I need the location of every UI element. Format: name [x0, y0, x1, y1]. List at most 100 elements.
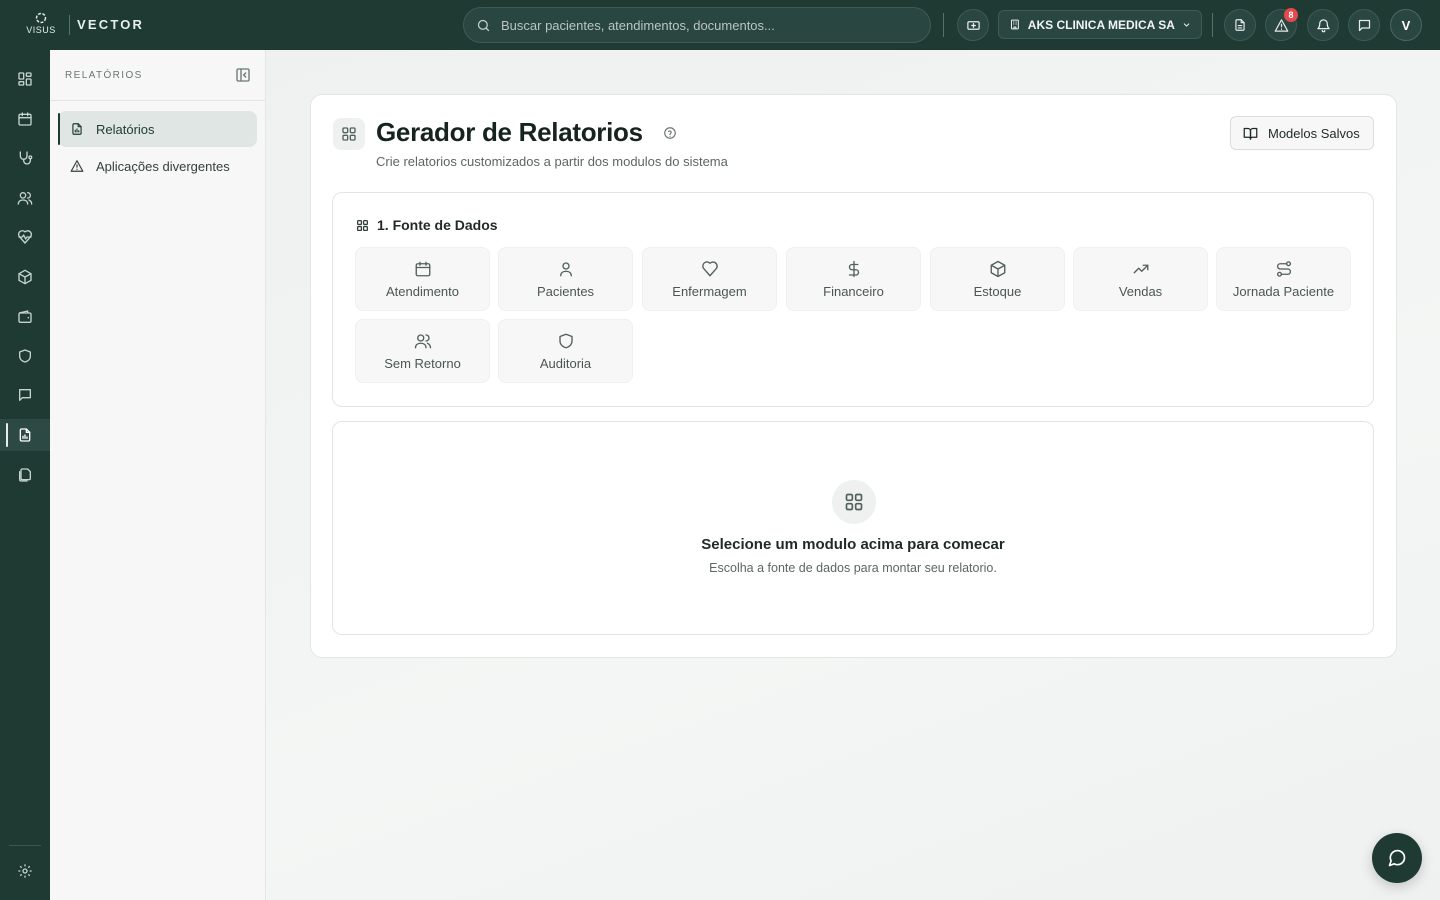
clinic-selector[interactable]: AKS CLINICA MEDICA SA — [998, 10, 1202, 39]
top-bar: VISUS VECTOR AKS CLINICA MEDICA SA 8 V — [0, 0, 1440, 50]
message-icon — [19, 389, 31, 401]
dollar-icon — [848, 260, 859, 277]
page-title: Gerador de Relatorios — [376, 117, 643, 147]
message-icon — [1358, 19, 1370, 31]
calendar-icon — [18, 112, 32, 126]
module-label: Vendas — [1118, 283, 1163, 299]
route-icon — [1276, 260, 1291, 277]
stethoscope-icon — [19, 151, 33, 165]
rail-stock[interactable] — [0, 261, 50, 293]
module-jornada-paciente[interactable]: Jornada Paciente — [1216, 247, 1351, 311]
page-subtitle: Crie relatorios customizados a partir do… — [376, 154, 728, 169]
chevron-down-icon — [1183, 22, 1190, 27]
documents-button[interactable] — [1224, 9, 1256, 41]
trending-up-icon — [1133, 264, 1148, 273]
module-vendas[interactable]: Vendas — [1073, 247, 1208, 311]
shield-icon — [19, 349, 31, 363]
empty-state-icon — [832, 480, 876, 524]
logo-mark-icon — [35, 12, 47, 24]
module-label: Sem Retorno — [384, 355, 461, 371]
module-estoque[interactable]: Estoque — [930, 247, 1065, 311]
rail-calendar[interactable] — [0, 103, 50, 135]
user-icon — [559, 261, 572, 276]
data-source-panel: 1. Fonte de Dados Atendimento Pacientes … — [332, 192, 1374, 407]
package-icon — [990, 260, 1005, 277]
grid-icon — [356, 219, 369, 231]
module-label: Enfermagem — [672, 283, 747, 299]
messages-button[interactable] — [1348, 9, 1380, 41]
report-icon — [72, 123, 82, 135]
saved-models-label: Modelos Salvos — [1268, 125, 1360, 141]
module-label: Pacientes — [536, 283, 595, 299]
help-icon[interactable] — [663, 126, 677, 140]
bell-icon — [1316, 18, 1330, 32]
collapse-sidebar-icon[interactable] — [235, 67, 251, 83]
rail-patients[interactable] — [0, 182, 50, 214]
reports-sidebar: RELATÓRIOS Relatórios Aplicações diverge… — [50, 50, 266, 900]
module-sem-retorno[interactable]: Sem Retorno — [355, 319, 490, 383]
rail-divider — [9, 845, 41, 846]
grid-icon — [845, 493, 863, 511]
empty-state-subtitle: Escolha a fonte de dados para montar seu… — [709, 561, 997, 575]
rail-dashboard[interactable] — [0, 63, 50, 95]
chat-bubble-icon — [1388, 849, 1406, 867]
book-open-icon — [1243, 127, 1258, 140]
chat-support-button[interactable] — [1372, 833, 1422, 883]
toolbar-divider — [943, 13, 944, 37]
module-label: Jornada Paciente — [1232, 283, 1335, 299]
file-icon — [1235, 19, 1245, 31]
grid-icon — [342, 127, 356, 141]
data-source-heading: 1. Fonte de Dados — [356, 217, 498, 233]
rail-clinical[interactable] — [0, 142, 50, 174]
sidebar-header: RELATÓRIOS — [50, 50, 265, 101]
warning-icon — [70, 160, 84, 172]
rail-audit[interactable] — [0, 340, 50, 372]
wallet-icon — [18, 310, 32, 323]
search-input[interactable] — [501, 17, 901, 33]
sidebar-item-label: Aplicações divergentes — [96, 158, 230, 174]
calendar-icon — [415, 261, 430, 276]
building-icon — [1010, 19, 1019, 30]
report-icon — [19, 428, 31, 442]
sidebar-nav: Relatórios Aplicações divergentes — [50, 101, 265, 195]
module-label: Financeiro — [823, 283, 884, 299]
module-label: Estoque — [973, 283, 1022, 299]
global-search[interactable] — [463, 7, 931, 43]
visus-logo[interactable]: VISUS — [24, 12, 58, 38]
heart-icon — [701, 260, 718, 276]
package-icon — [18, 269, 32, 285]
brand-divider — [69, 15, 70, 35]
rail-nursing[interactable] — [0, 221, 50, 253]
toolbar-divider — [1212, 13, 1213, 37]
rail-reports[interactable] — [0, 419, 50, 451]
alerts-count-badge: 8 — [1284, 8, 1298, 22]
module-label: Atendimento — [386, 283, 459, 299]
report-builder-card: Gerador de Relatorios Crie relatorios cu… — [310, 94, 1397, 658]
rail-messages[interactable] — [0, 379, 50, 411]
sidebar-item-aplicacoes-divergentes[interactable]: Aplicações divergentes — [58, 148, 257, 184]
clinic-name: AKS CLINICA MEDICA SA — [1027, 17, 1175, 32]
search-icon — [477, 19, 490, 31]
module-label: Auditoria — [539, 355, 592, 371]
ticket-icon — [966, 20, 980, 30]
heart-pulse-icon — [17, 230, 32, 244]
module-financeiro[interactable]: Financeiro — [786, 247, 921, 311]
sidebar-title: RELATÓRIOS — [65, 69, 143, 81]
ticket-button[interactable] — [957, 9, 989, 41]
user-avatar[interactable]: V — [1390, 9, 1422, 41]
module-atendimento[interactable]: Atendimento — [355, 247, 490, 311]
module-enfermagem[interactable]: Enfermagem — [642, 247, 777, 311]
rail-files[interactable] — [0, 459, 50, 491]
logo-text: VISUS — [26, 25, 56, 35]
sidebar-item-relatorios[interactable]: Relatórios — [58, 111, 257, 147]
users-icon — [414, 333, 431, 348]
report-builder-icon — [333, 118, 365, 150]
saved-models-button[interactable]: Modelos Salvos — [1230, 116, 1374, 150]
gear-icon — [18, 864, 32, 878]
module-auditoria[interactable]: Auditoria — [498, 319, 633, 383]
notifications-button[interactable] — [1307, 9, 1339, 41]
rail-settings[interactable] — [0, 855, 50, 887]
module-pacientes[interactable]: Pacientes — [498, 247, 633, 311]
users-icon — [17, 192, 33, 205]
rail-finance[interactable] — [0, 301, 50, 333]
